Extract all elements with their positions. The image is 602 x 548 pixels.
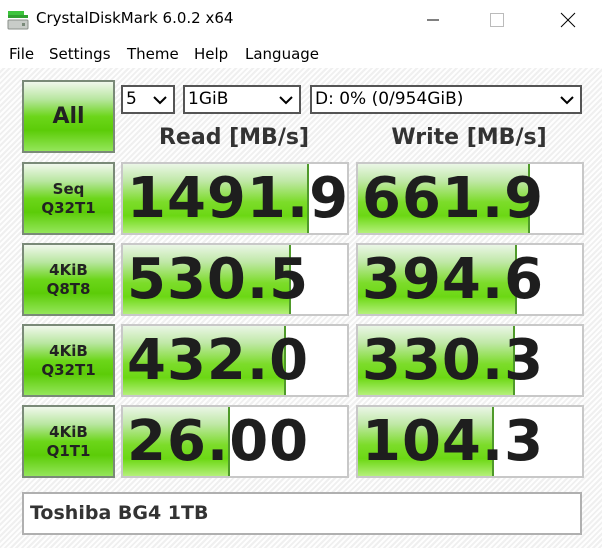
menu-theme[interactable]: Theme — [127, 44, 179, 64]
write-result-4kib-q1t1: 104.3 — [356, 405, 584, 478]
write-result-4kib-q32t1: 330.3 — [356, 324, 584, 397]
test-button-4kib-q32t1[interactable]: 4KiB Q32T1 — [22, 324, 115, 397]
write-value: 104.3 — [362, 409, 545, 474]
test-button-4kib-q8t8[interactable]: 4KiB Q8T8 — [22, 243, 115, 316]
drive-value: D: 0% (0/954GiB) — [315, 89, 464, 109]
read-value: 530.5 — [127, 247, 310, 312]
app-disk-icon — [7, 11, 29, 30]
read-result-seq-q32t1: 1491.9 — [121, 162, 349, 235]
chevron-down-icon — [560, 96, 574, 105]
drive-select[interactable]: D: 0% (0/954GiB) — [310, 85, 582, 114]
menu-language[interactable]: Language — [245, 44, 319, 64]
run-all-button[interactable]: All — [22, 80, 115, 153]
test-count-select[interactable]: 5 — [121, 85, 175, 114]
menu-settings[interactable]: Settings — [49, 44, 111, 64]
comment-text: Toshiba BG4 1TB — [30, 502, 209, 524]
read-header: Read [MB/s] — [158, 125, 309, 150]
test-count-value: 5 — [126, 89, 137, 109]
read-result-4kib-q8t8: 530.5 — [121, 243, 349, 316]
window-title: CrystalDiskMark 6.0.2 x64 — [36, 9, 234, 27]
menu-bar: File Settings Theme Help Language — [0, 40, 602, 68]
write-result-seq-q32t1: 661.9 — [356, 162, 584, 235]
test-label-line1: 4KiB — [49, 260, 88, 279]
test-label-line1: Seq — [52, 179, 85, 198]
run-all-label: All — [52, 104, 85, 129]
write-result-4kib-q8t8: 394.6 — [356, 243, 584, 316]
test-label-line2: Q1T1 — [46, 441, 91, 460]
read-result-4kib-q1t1: 26.00 — [121, 405, 349, 478]
write-value: 330.3 — [362, 328, 545, 393]
comment-field[interactable]: Toshiba BG4 1TB — [22, 492, 582, 535]
read-result-4kib-q32t1: 432.0 — [121, 324, 349, 397]
menu-help[interactable]: Help — [194, 44, 228, 64]
read-value: 26.00 — [127, 409, 310, 474]
test-button-4kib-q1t1[interactable]: 4KiB Q1T1 — [22, 405, 115, 478]
test-label-line1: 4KiB — [49, 422, 88, 441]
test-button-seq-q32t1[interactable]: Seq Q32T1 — [22, 162, 115, 235]
minimize-icon — [427, 19, 439, 21]
chevron-down-icon — [153, 96, 167, 105]
write-value: 661.9 — [362, 166, 545, 231]
minimize-button[interactable] — [410, 0, 456, 40]
write-header: Write [MB/s] — [391, 125, 547, 150]
close-button[interactable] — [545, 0, 591, 40]
test-size-select[interactable]: 1GiB — [183, 85, 301, 114]
read-value: 1491.9 — [127, 166, 349, 231]
test-label-line2: Q8T8 — [46, 279, 91, 298]
test-label-line2: Q32T1 — [41, 198, 96, 217]
menu-file[interactable]: File — [9, 44, 34, 64]
title-bar: CrystalDiskMark 6.0.2 x64 — [0, 0, 602, 40]
chevron-down-icon — [279, 96, 293, 105]
read-value: 432.0 — [127, 328, 310, 393]
write-value: 394.6 — [362, 247, 545, 312]
test-label-line1: 4KiB — [49, 341, 88, 360]
close-icon — [560, 12, 576, 28]
maximize-button[interactable] — [473, 0, 519, 40]
maximize-icon — [490, 13, 504, 27]
test-size-value: 1GiB — [188, 89, 229, 109]
test-label-line2: Q32T1 — [41, 360, 96, 379]
